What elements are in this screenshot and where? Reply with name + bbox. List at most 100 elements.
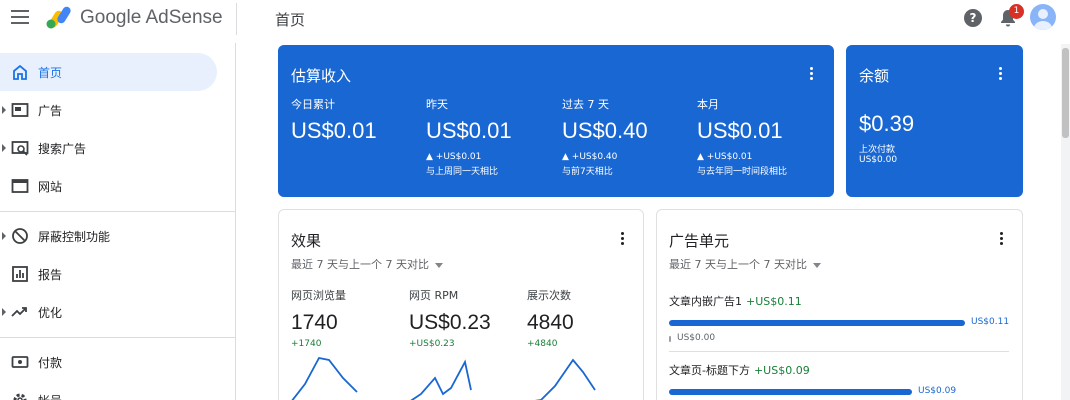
header-divider	[236, 3, 237, 35]
sidebar-item-optimize[interactable]: 优化	[0, 293, 217, 331]
metric-delta: +4840	[527, 339, 558, 349]
sidebar-item-payments[interactable]: 付款	[0, 343, 217, 381]
page-title: 首页	[275, 11, 306, 29]
ads-icon	[11, 103, 29, 117]
sidebar-item-block-controls[interactable]: 屏蔽控制功能	[0, 217, 217, 255]
notification-count-badge: 1	[1009, 4, 1024, 19]
page-views-sparkline	[291, 356, 358, 400]
stat-value: US$0.01	[291, 118, 377, 143]
metric-value: US$0.23	[409, 311, 491, 334]
more-options-icon[interactable]	[620, 232, 624, 246]
ad-unit-previous-row: US$0.00	[669, 333, 1009, 345]
sidebar-item-sites[interactable]: 网站	[0, 167, 217, 205]
stat-label: 今日累计	[291, 98, 335, 111]
ad-unit-row[interactable]: 文章页-标题下方 +US$0.09 US$0.09	[669, 362, 1009, 398]
sidebar-item-reports[interactable]: 报告	[0, 255, 217, 293]
sidebar-item-label: 首页	[38, 66, 63, 80]
ad-unit-label: 文章内嵌广告1	[669, 295, 742, 308]
period-selector[interactable]: 最近 7 天与上一个 7 天对比	[669, 256, 821, 272]
nav-divider	[0, 337, 236, 338]
more-options-icon[interactable]	[999, 232, 1003, 246]
metric-value: 1740	[291, 311, 338, 334]
nav-divider	[0, 211, 236, 212]
optimize-trend-icon	[11, 307, 27, 317]
card-title: 效果	[291, 232, 322, 250]
expand-caret-icon[interactable]	[2, 308, 6, 316]
ad-unit-change: +US$0.11	[746, 295, 802, 308]
ad-unit-name: 文章内嵌广告1 +US$0.11	[669, 293, 1009, 309]
ad-unit-previous-bar	[669, 336, 671, 342]
sidebar-item-label: 付款	[38, 356, 63, 370]
stat-label: 昨天	[426, 98, 448, 111]
scrollbar-thumb[interactable]	[1062, 48, 1069, 138]
earnings-stat-this-month: 本月 US$0.01 ▲ +US$0.01 与去年同一时间段相比	[697, 96, 787, 177]
ad-unit-bar-row: US$0.09	[669, 386, 1009, 398]
ad-unit-change: +US$0.09	[753, 364, 810, 377]
last-payment-label: 上次付款	[859, 145, 896, 155]
stat-delta: ▲ +US$0.01	[697, 152, 753, 162]
payments-icon	[11, 356, 29, 368]
balance-card: 余额 $0.39 上次付款 US$0.00	[846, 45, 1023, 197]
ad-units-card: 广告单元 最近 7 天与上一个 7 天对比 文章内嵌广告1 +US$0.11 US…	[656, 209, 1023, 400]
metric-page-views: 网页浏览量 1740 +1740	[291, 287, 346, 349]
gear-icon	[13, 393, 27, 400]
performance-card: 效果 最近 7 天与上一个 7 天对比 网页浏览量 1740 +1740 网页 …	[278, 209, 644, 400]
balance-value: $0.39	[859, 111, 915, 136]
sidebar-item-home[interactable]: 首页	[0, 53, 217, 91]
search-ads-icon	[11, 141, 29, 156]
ad-unit-current-bar	[669, 389, 912, 395]
sidebar-item-account[interactable]: 帐号	[0, 381, 217, 400]
earnings-stat-today: 今日累计 US$0.01	[291, 96, 377, 144]
more-options-icon[interactable]	[998, 67, 1002, 81]
period-selector-label: 最近 7 天与上一个 7 天对比	[669, 258, 807, 271]
metric-label: 展示次数	[527, 289, 571, 302]
sites-icon	[11, 179, 29, 193]
metric-label: 网页 RPM	[409, 289, 459, 302]
dropdown-arrow-icon	[434, 262, 443, 268]
sidebar-item-label: 搜索广告	[38, 142, 87, 156]
stat-value: US$0.01	[426, 118, 512, 143]
metric-value: 4840	[527, 311, 574, 334]
dropdown-arrow-icon	[812, 262, 821, 268]
main-menu-icon[interactable]	[11, 10, 29, 26]
help-icon[interactable]: ?	[964, 9, 982, 27]
sidebar-nav: 首页 广告 搜索广告 网站 屏蔽控制功能 报告 优化 付款 帐号	[0, 43, 236, 400]
stat-delta: ▲ +US$0.01	[426, 152, 482, 162]
ad-unit-current-bar	[669, 320, 965, 326]
stat-value: US$0.01	[697, 118, 783, 143]
expand-caret-icon[interactable]	[2, 106, 6, 114]
reports-icon	[12, 266, 28, 282]
impressions-sparkline	[534, 358, 596, 400]
sidebar-item-label: 广告	[38, 104, 63, 118]
card-title: 广告单元	[669, 232, 730, 250]
earnings-stat-yesterday: 昨天 US$0.01 ▲ +US$0.01 与上周同一天相比	[426, 96, 512, 177]
estimated-earnings-card: 估算收入 今日累计 US$0.01 昨天 US$0.01 ▲ +US$0.01 …	[278, 45, 834, 197]
stat-comparison: 与上周同一天相比	[426, 167, 499, 177]
more-options-icon[interactable]	[809, 67, 813, 81]
last-payment-value: US$0.00	[859, 155, 898, 165]
sidebar-item-ads[interactable]: 广告	[0, 91, 217, 129]
metric-label: 网页浏览量	[291, 289, 346, 302]
metric-page-rpm: 网页 RPM US$0.23 +US$0.23	[409, 287, 491, 349]
stat-value: US$0.40	[562, 118, 648, 143]
ad-unit-row[interactable]: 文章内嵌广告1 +US$0.11 US$0.11 US$0.00	[669, 293, 1009, 345]
home-icon	[13, 64, 27, 80]
expand-caret-icon[interactable]	[2, 144, 6, 152]
block-icon	[12, 228, 28, 244]
top-app-bar: Google AdSense 首页 ? 1	[0, 0, 1070, 40]
account-avatar[interactable]	[1030, 4, 1056, 30]
ad-unit-current-value: US$0.11	[971, 317, 1010, 327]
card-title: 余额	[859, 67, 890, 85]
metric-impressions: 展示次数 4840 +4840	[527, 287, 574, 349]
sidebar-item-search-ads[interactable]: 搜索广告	[0, 129, 217, 167]
avatar-person-icon	[1033, 9, 1053, 30]
stat-comparison: 与前7天相比	[562, 167, 613, 177]
expand-caret-icon[interactable]	[2, 232, 6, 240]
ad-unit-divider	[669, 351, 1009, 352]
sidebar-item-label: 屏蔽控制功能	[38, 230, 111, 244]
stat-delta: ▲ +US$0.40	[562, 152, 618, 162]
sidebar-item-label: 帐号	[38, 392, 62, 400]
sidebar-item-label: 优化	[38, 306, 63, 320]
period-selector[interactable]: 最近 7 天与上一个 7 天对比	[291, 256, 443, 272]
ad-unit-current-value: US$0.09	[918, 386, 957, 396]
